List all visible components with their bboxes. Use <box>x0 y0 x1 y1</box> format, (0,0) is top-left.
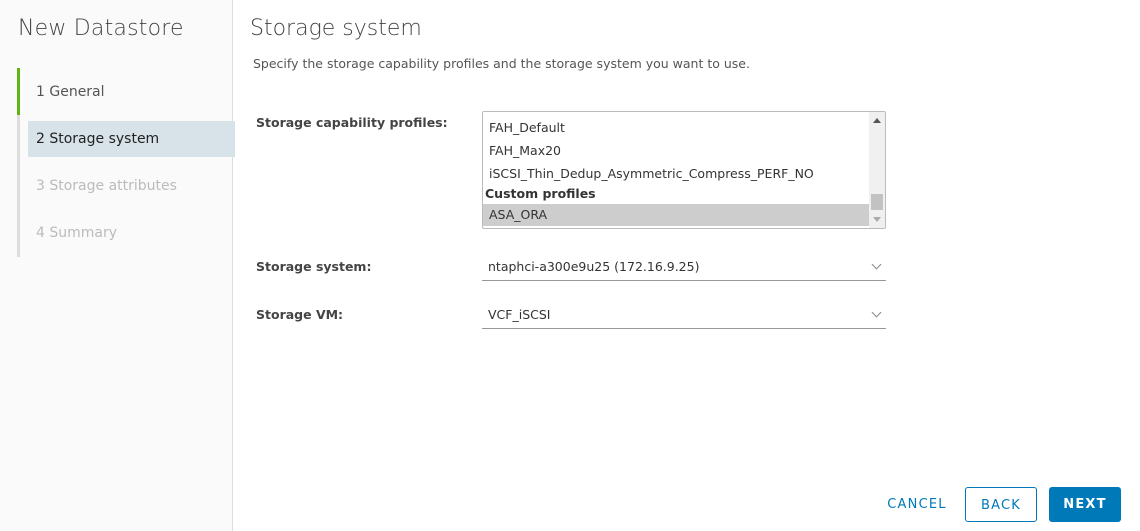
page-title: Storage system <box>250 16 422 41</box>
profile-option-selected[interactable]: ASA_ORA <box>483 204 869 226</box>
wizard-sidebar: New Datastore 1 General 2 Storage system… <box>0 0 235 531</box>
wizard-steps: 1 General 2 Storage system 3 Storage att… <box>17 68 235 257</box>
scroll-up-arrow-icon[interactable] <box>873 118 881 123</box>
chevron-down-icon <box>871 259 882 270</box>
step-complete-indicator <box>17 68 20 115</box>
step-summary: 4 Summary <box>36 225 118 241</box>
profile-option[interactable]: FAH_Max20 <box>483 140 869 162</box>
storage-vm-value: VCF_iSCSI <box>488 307 551 322</box>
capability-profiles-label: Storage capability profiles: <box>256 115 448 130</box>
listbox-scrollbar[interactable] <box>869 112 885 228</box>
step-general[interactable]: 1 General <box>20 74 232 110</box>
storage-system-select[interactable]: ntaphci-a300e9u25 (172.16.9.25) <box>482 255 886 281</box>
back-button[interactable]: BACK <box>965 487 1037 522</box>
step-storage-system[interactable]: 2 Storage system <box>28 121 235 157</box>
chevron-down-icon <box>871 307 882 318</box>
profile-option[interactable]: FAH_Default <box>483 117 869 139</box>
scroll-down-arrow-icon[interactable] <box>873 217 881 222</box>
storage-system-value: ntaphci-a300e9u25 (172.16.9.25) <box>488 259 700 274</box>
next-button[interactable]: NEXT <box>1049 487 1121 522</box>
storage-vm-select[interactable]: VCF_iSCSI <box>482 303 886 329</box>
scrollbar-thumb[interactable] <box>871 194 883 210</box>
capability-profiles-listbox[interactable]: FAH_Default FAH_Max20 iSCSI_Thin_Dedup_A… <box>482 111 886 229</box>
step-storage-attributes: 3 Storage attributes <box>36 178 177 194</box>
wizard-title: New Datastore <box>18 16 184 41</box>
cancel-button[interactable]: CANCEL <box>880 487 954 522</box>
custom-profiles-group-label: Custom profiles <box>485 186 596 201</box>
profile-option[interactable]: iSCSI_Thin_Dedup_Asymmetric_Compress_PER… <box>483 163 869 185</box>
storage-vm-label: Storage VM: <box>256 307 344 322</box>
page-description: Specify the storage capability profiles … <box>253 56 750 71</box>
storage-system-label: Storage system: <box>256 259 372 274</box>
